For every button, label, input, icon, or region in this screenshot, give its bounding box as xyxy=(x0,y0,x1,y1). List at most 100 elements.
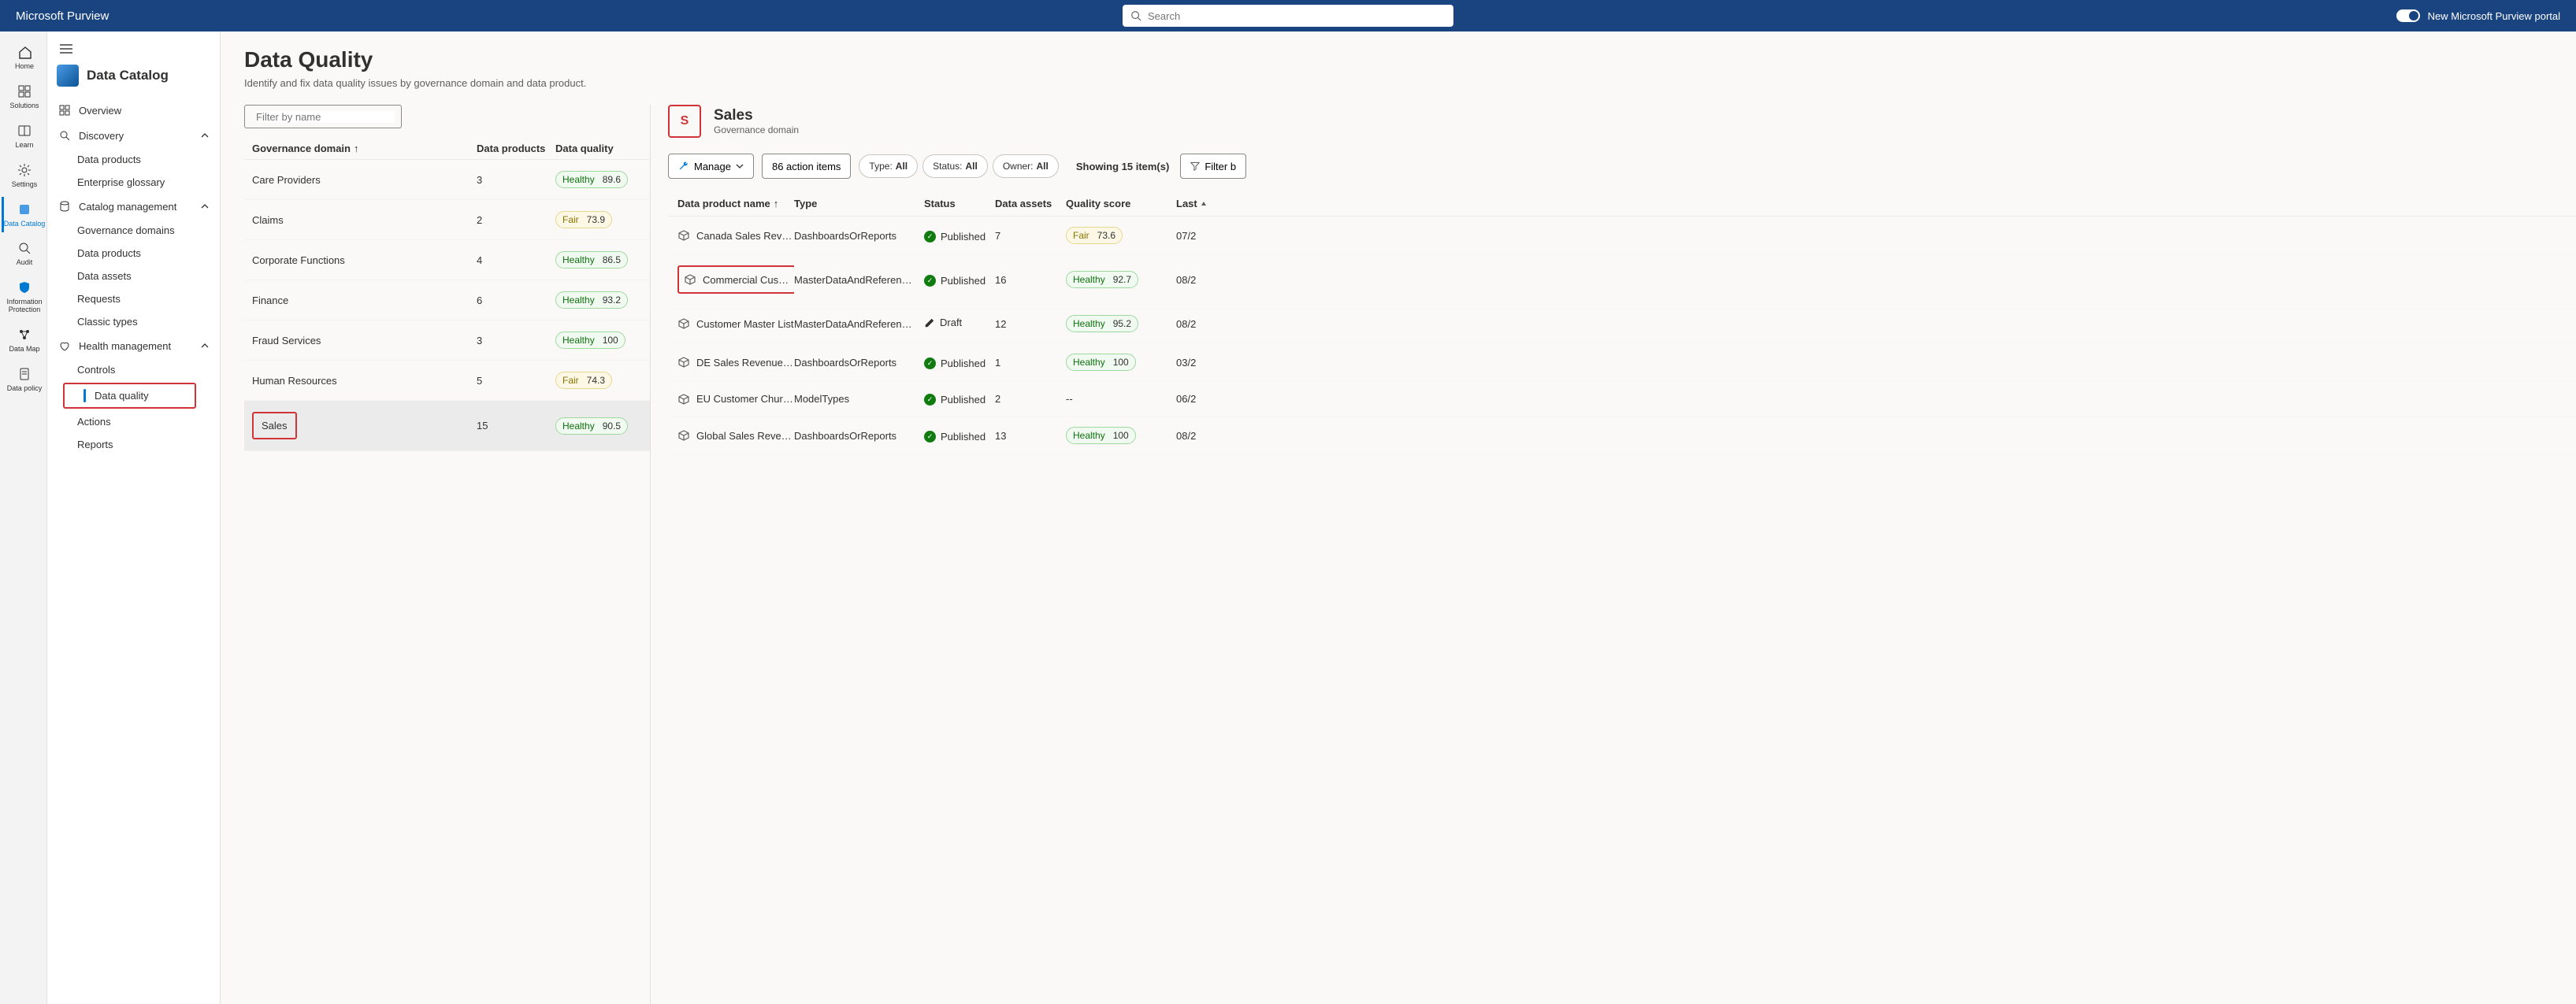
nav-item-governance-domains[interactable]: Governance domains xyxy=(47,219,220,242)
sort-asc-icon: ↑ xyxy=(354,143,359,154)
nav-item-requests[interactable]: Requests xyxy=(47,287,220,310)
quality-badge: Healthy93.2 xyxy=(555,291,628,309)
domain-row-sales[interactable]: Sales15Healthy90.5 xyxy=(244,401,650,451)
page-title: Data Quality xyxy=(244,47,2576,72)
grid-icon xyxy=(58,104,71,117)
col-last[interactable]: Last xyxy=(1176,198,1216,209)
product-name: Customer Master List xyxy=(696,318,794,330)
rail-item-learn[interactable]: Learn xyxy=(2,118,46,154)
product-row[interactable]: EU Customer Churn …ModelTypes✓Published2… xyxy=(668,382,2576,417)
filter-by-name[interactable] xyxy=(244,105,402,128)
product-row[interactable]: Commercial Custom…MasterDataAndReferen…✓… xyxy=(668,255,2576,305)
col-governance-domain[interactable]: Governance domain ↑ xyxy=(252,143,477,154)
portal-toggle[interactable] xyxy=(2396,9,2420,22)
portal-toggle-label: New Microsoft Purview portal xyxy=(2428,10,2560,22)
nav-item-data-products[interactable]: Data products xyxy=(47,242,220,265)
domain-table-header: Governance domain ↑ Data products Data q… xyxy=(244,138,650,160)
rail-item-data-catalog[interactable]: Data Catalog xyxy=(2,197,46,233)
nav-section-discovery[interactable]: Discovery xyxy=(47,123,220,148)
col-data-products[interactable]: Data products xyxy=(477,143,555,154)
global-search-input[interactable] xyxy=(1148,10,1446,22)
domain-product-count: 4 xyxy=(477,254,555,266)
domain-row-corporate-functions[interactable]: Corporate Functions4Healthy86.5 xyxy=(244,240,650,280)
rail-item-settings[interactable]: Settings xyxy=(2,157,46,194)
rail-item-solutions[interactable]: Solutions xyxy=(2,79,46,115)
product-row[interactable]: Canada Sales Reven…DashboardsOrReports✓P… xyxy=(668,217,2576,255)
col-type[interactable]: Type xyxy=(794,198,924,209)
global-search[interactable] xyxy=(1123,5,1453,27)
col-data-assets[interactable]: Data assets xyxy=(995,198,1066,209)
data-catalog-icon xyxy=(17,202,32,217)
check-circle-icon: ✓ xyxy=(924,231,936,243)
left-icon-rail: Home Solutions LearnSettingsData Catalog Au… xyxy=(0,31,47,1004)
quality-badge: Fair73.6 xyxy=(1066,227,1123,244)
nav-item-enterprise-glossary[interactable]: Enterprise glossary xyxy=(47,171,220,194)
filter-pill-owner[interactable]: Owner: All xyxy=(993,154,1059,178)
domain-row-finance[interactable]: Finance6Healthy93.2 xyxy=(244,280,650,320)
product-assets: 1 xyxy=(995,357,1066,369)
product-assets: 13 xyxy=(995,430,1066,442)
product-assets: 16 xyxy=(995,274,1066,286)
side-nav: Data Catalog OverviewDiscoveryData produ… xyxy=(47,31,221,1004)
rail-item-information-protection[interactable]: Information Protection xyxy=(2,275,46,319)
product-name: Canada Sales Reven… xyxy=(696,230,794,242)
product-type: MasterDataAndReferen… xyxy=(794,274,924,286)
domain-product-count: 3 xyxy=(477,174,555,186)
filter-pill-type[interactable]: Type: All xyxy=(859,154,918,178)
nav-item-actions[interactable]: Actions xyxy=(47,410,220,433)
detail-toolbar: Manage 86 action items Type: AllStatus: … xyxy=(668,154,2576,179)
nav-item-data-assets[interactable]: Data assets xyxy=(47,265,220,287)
product-last: 03/2 xyxy=(1176,357,1216,369)
domain-row-claims[interactable]: Claims2Fair73.9 xyxy=(244,200,650,240)
filter-pill-status[interactable]: Status: All xyxy=(922,154,988,178)
rail-item-home[interactable]: Home xyxy=(2,39,46,76)
nav-section-overview[interactable]: Overview xyxy=(47,98,220,123)
rail-item-data-policy[interactable]: Data policy xyxy=(2,361,46,398)
data-map-icon xyxy=(17,327,32,343)
col-status[interactable]: Status xyxy=(924,198,995,209)
nav-item-controls[interactable]: Controls xyxy=(47,358,220,381)
nav-item-classic-types[interactable]: Classic types xyxy=(47,310,220,333)
check-circle-icon: ✓ xyxy=(924,394,936,406)
filter-by-name-input[interactable] xyxy=(256,111,395,123)
action-items-button[interactable]: 86 action items xyxy=(762,154,851,179)
domain-name: Care Providers xyxy=(252,174,321,186)
col-product-name[interactable]: Data product name ↑ xyxy=(668,198,794,209)
detail-subtitle: Governance domain xyxy=(714,124,799,135)
status-published: ✓Published xyxy=(924,394,985,406)
rail-label: Solutions xyxy=(9,102,39,110)
nav-section-label: Catalog management xyxy=(79,201,176,213)
manage-button[interactable]: Manage xyxy=(668,154,754,179)
nav-section-label: Health management xyxy=(79,340,171,352)
quality-badge: Healthy92.7 xyxy=(1066,271,1138,288)
product-table-header: Data product name ↑ Type Status Data ass… xyxy=(668,191,2576,217)
col-quality-score[interactable]: Quality score xyxy=(1066,198,1176,209)
nav-item-data-quality[interactable]: Data quality xyxy=(63,383,196,409)
filter-button[interactable]: Filter b xyxy=(1180,154,1246,179)
nav-item-reports[interactable]: Reports xyxy=(47,433,220,456)
domain-row-fraud-services[interactable]: Fraud Services3Healthy100 xyxy=(244,320,650,361)
product-assets: 2 xyxy=(995,393,1066,405)
col-data-quality[interactable]: Data quality xyxy=(555,143,642,154)
nav-item-data-products[interactable]: Data products xyxy=(47,148,220,171)
filter-icon xyxy=(1190,161,1200,171)
rail-item-audit[interactable]: Audit xyxy=(2,235,46,272)
package-icon xyxy=(684,273,696,286)
db-icon xyxy=(58,200,71,213)
chevron-down-icon xyxy=(736,164,744,169)
domain-name: Claims xyxy=(252,214,284,226)
domain-list-pane: Governance domain ↑ Data products Data q… xyxy=(244,105,650,1004)
product-row[interactable]: Customer Master ListMasterDataAndReferen… xyxy=(668,305,2576,343)
status-published: ✓Published xyxy=(924,275,985,287)
nav-section-health-management[interactable]: Health management xyxy=(47,333,220,358)
product-row[interactable]: Global Sales Revenu…DashboardsOrReports✓… xyxy=(668,417,2576,455)
product-row[interactable]: DE Sales Revenue In…DashboardsOrReports✓… xyxy=(668,343,2576,382)
domain-row-human-resources[interactable]: Human Resources5Fair74.3 xyxy=(244,361,650,401)
domain-row-care-providers[interactable]: Care Providers3Healthy89.6 xyxy=(244,160,650,200)
nav-section-catalog-management[interactable]: Catalog management xyxy=(47,194,220,219)
hamburger-button[interactable] xyxy=(47,35,220,63)
rail-label: Audit xyxy=(17,259,33,267)
chevron-up-icon xyxy=(201,133,209,138)
rail-item-data-map[interactable]: Data Map xyxy=(2,322,46,358)
domain-product-count: 5 xyxy=(477,375,555,387)
